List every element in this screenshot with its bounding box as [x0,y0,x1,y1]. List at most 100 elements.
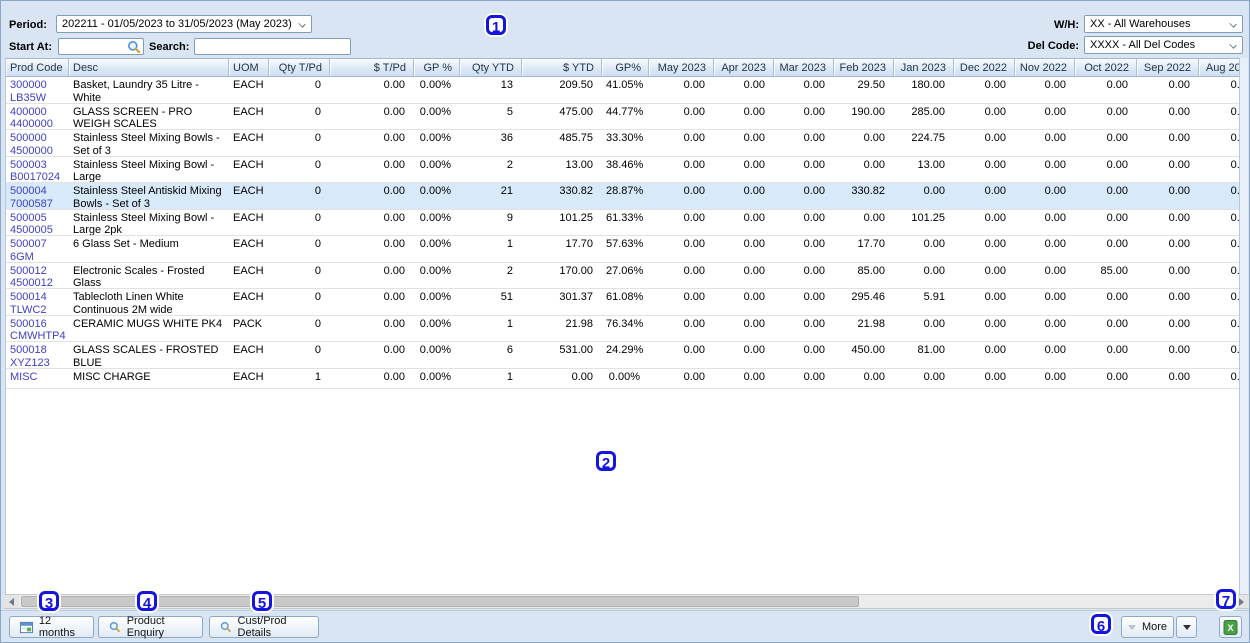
table-row[interactable]: 5000076GM6 Glass Set - MediumEACH00.000.… [6,236,1239,263]
column-header[interactable]: Prod Code [6,59,69,76]
column-header[interactable]: $ YTD [522,59,602,76]
table-cell: 21 [460,183,522,209]
triangle-down-icon [1128,623,1136,632]
table-cell: 0.00% [414,183,460,209]
table-cell: 0.00% [414,157,460,183]
table-cell: 0.00 [1075,289,1137,315]
table-cell: 6 [460,342,522,368]
table-cell: 38.46% [602,157,649,183]
table-cell: 531.00 [522,342,602,368]
table-row[interactable]: 500016CMWHTP4CERAMIC MUGS WHITE PK4PACK0… [6,316,1239,343]
prod-code-link[interactable]: 5000076GM [6,236,69,262]
twelve-months-button[interactable]: 12 months [9,616,94,638]
table-row[interactable]: 4000004400000GLASS SCREEN - PRO WEIGH SC… [6,104,1239,131]
table-cell: 0.00 [1015,263,1075,289]
column-header[interactable]: Dec 2022 [954,59,1015,76]
table-cell: 0.00 [954,369,1015,388]
more-button[interactable]: More [1121,616,1174,638]
prod-code-link[interactable]: 300000LB35W [6,77,69,103]
table-cell: 0.00% [414,210,460,236]
column-header[interactable]: GP% [602,59,649,76]
table-row[interactable]: MISCMISC CHARGEEACH10.000.00%10.000.00%0… [6,369,1239,389]
prod-code-link[interactable]: 5000047000587 [6,183,69,209]
table-cell: 0.00 [522,369,602,388]
callout-6: 6 [1091,614,1111,634]
table-cell: 295.46 [834,289,894,315]
table-cell: 0.00 [330,157,414,183]
table-row[interactable]: 5000054500005Stainless Steel Mixing Bowl… [6,210,1239,237]
column-header[interactable]: Feb 2023 [834,59,894,76]
search-input[interactable] [194,38,351,55]
table-row[interactable]: 5000004500000Stainless Steel Mixing Bowl… [6,130,1239,157]
period-select[interactable]: 202211 - 01/05/2023 to 31/05/2023 (May 2… [56,15,312,33]
table-cell: 0.00 [954,210,1015,236]
warehouse-label: W/H: [1021,19,1079,31]
column-header[interactable]: Nov 2022 [1015,59,1075,76]
warehouse-select[interactable]: XX - All Warehouses [1084,15,1243,33]
table-row[interactable]: 500014TLWC2Tablecloth Linen White Contin… [6,289,1239,316]
column-header[interactable]: Apr 2023 [714,59,774,76]
table-cell: 0.00 [714,210,774,236]
scroll-right-button[interactable] [1234,595,1249,608]
prod-code-link[interactable]: 500003B0017024 [6,157,69,183]
prod-code-link[interactable]: 4000004400000 [6,104,69,130]
table-cell: 33.30% [602,130,649,156]
table-row[interactable]: 5000047000587Stainless Steel Antiskid Mi… [6,183,1239,210]
column-header[interactable]: UOM [229,59,269,76]
table-cell: 0 [269,263,330,289]
table-cell: 85.00 [1075,263,1137,289]
prod-code-link[interactable]: MISC [6,369,69,388]
column-header[interactable]: May 2023 [649,59,714,76]
more-dropdown-arrow-button[interactable] [1176,616,1197,638]
prod-code-link[interactable]: 500014TLWC2 [6,289,69,315]
table-cell: 0.00 [649,104,714,130]
table-cell: 0 [269,157,330,183]
table-cell: 27.06% [602,263,649,289]
column-header[interactable]: Qty YTD [460,59,522,76]
column-header[interactable]: Mar 2023 [774,59,834,76]
triangle-right-icon [1239,598,1244,606]
column-header[interactable]: Aug 2022 [1199,59,1239,76]
table-cell: 0.00 [1199,130,1239,156]
scroll-left-button[interactable] [4,595,19,608]
table-cell: 0.00 [1199,263,1239,289]
column-header[interactable]: Sep 2022 [1137,59,1199,76]
table-cell: 0.00 [894,316,954,342]
table-cell: 0.00 [1199,104,1239,130]
prod-code-link[interactable]: 5000124500012 [6,263,69,289]
column-header[interactable]: Qty T/Pd [269,59,330,76]
column-header[interactable]: Desc [69,59,229,76]
column-header[interactable]: GP % [414,59,460,76]
table-cell: 101.25 [894,210,954,236]
column-header[interactable]: Jan 2023 [894,59,954,76]
prod-code-link[interactable]: 500018XYZ123 [6,342,69,368]
table-row[interactable]: 5000124500012Electronic Scales - Frosted… [6,263,1239,290]
prod-code-link[interactable]: 5000054500005 [6,210,69,236]
table-cell: 0.00% [414,289,460,315]
column-header[interactable]: $ T/Pd [330,59,414,76]
export-excel-button[interactable]: X [1219,616,1242,638]
table-cell: 21.98 [834,316,894,342]
table-row[interactable]: 300000LB35WBasket, Laundry 35 Litre - Wh… [6,77,1239,104]
cust-prod-details-button[interactable]: Cust/Prod Details [209,616,319,638]
table-cell: 0.00 [1137,369,1199,388]
table-row[interactable]: 500018XYZ123GLASS SCALES - FROSTED BLUEE… [6,342,1239,369]
vertical-scrollbar[interactable] [1239,58,1248,594]
table-cell: 0.00 [1015,77,1075,103]
table-cell: 0.00 [774,130,834,156]
table-cell: 450.00 [834,342,894,368]
horizontal-scrollbar[interactable] [4,594,1249,609]
table-cell: 0.00% [414,369,460,388]
table-cell: EACH [229,210,269,236]
product-enquiry-button[interactable]: Product Enquiry [98,616,203,638]
table-cell: 0.00 [774,289,834,315]
calendar-grid-icon [20,621,33,634]
prod-code-link[interactable]: 5000004500000 [6,130,69,156]
table-row[interactable]: 500003B0017024Stainless Steel Mixing Bow… [6,157,1239,184]
search-magnifier-icon[interactable] [127,40,141,59]
table-cell: 0 [269,342,330,368]
column-header[interactable]: Oct 2022 [1075,59,1137,76]
del-code-select[interactable]: XXXX - All Del Codes [1084,36,1243,54]
prod-code-link[interactable]: 500016CMWHTP4 [6,316,69,342]
table-cell: 0.00 [330,289,414,315]
